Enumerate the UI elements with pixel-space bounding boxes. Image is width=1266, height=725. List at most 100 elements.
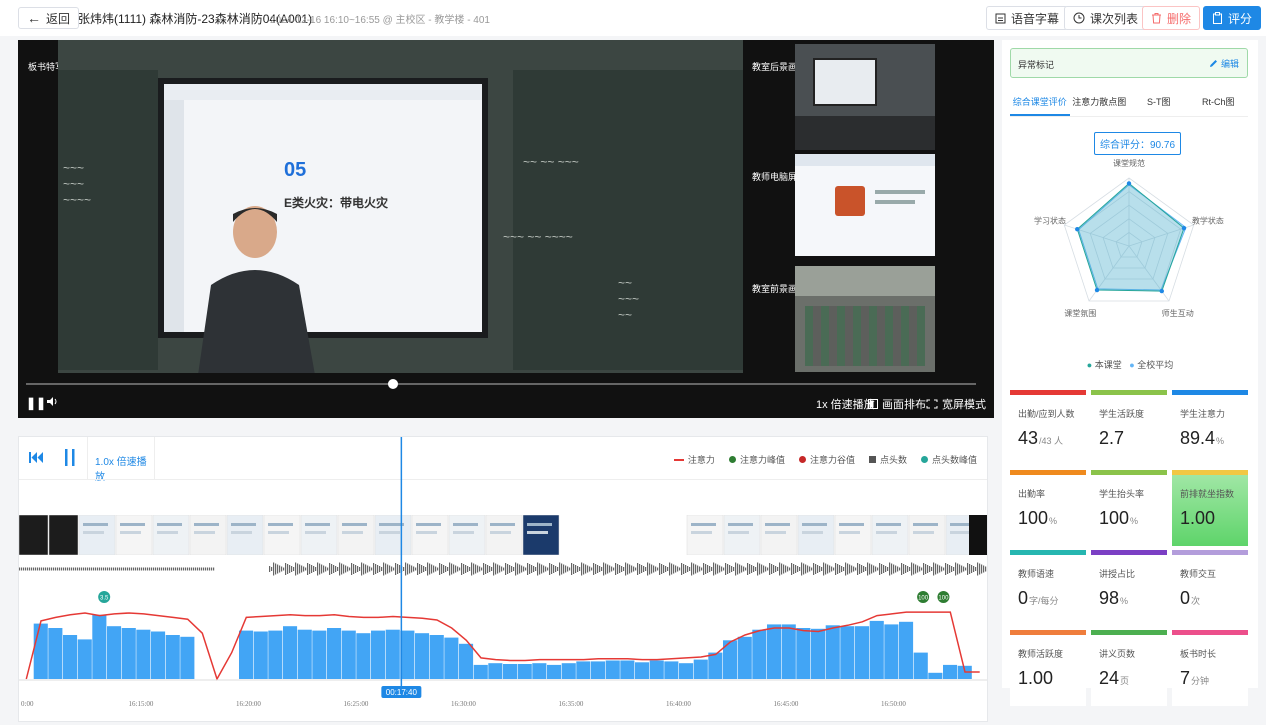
metric-value: 100% — [1018, 508, 1058, 528]
score-button[interactable]: 评分 — [1203, 6, 1262, 30]
progress-knob[interactable] — [387, 379, 398, 389]
thumbnail[interactable] — [300, 515, 338, 555]
thumbnail[interactable] — [115, 515, 153, 555]
x-tick-label: 16:30:00 — [451, 700, 476, 708]
nod-count-bar — [488, 663, 503, 679]
tab-attention-scatter[interactable]: 注意力散点图 — [1070, 90, 1130, 116]
waveform-bars — [19, 562, 987, 576]
thumbnail[interactable] — [226, 515, 264, 555]
pause-icon[interactable] — [65, 449, 75, 466]
nod-count-bar — [635, 662, 650, 679]
skip-back-icon[interactable] — [29, 452, 43, 463]
nod-count-bar — [473, 664, 488, 679]
metric-value: 1.00 — [1018, 668, 1054, 688]
analysis-panel: 异常标记 编辑 综合课堂评价 注意力散点图 S-T图 Rt-Ch图 综合评分：9… — [1002, 40, 1258, 706]
nod-count-bar — [561, 663, 576, 679]
nod-count-bar — [165, 635, 180, 679]
tab-st-chart[interactable]: S-T图 — [1129, 90, 1189, 116]
radar-point — [1094, 287, 1100, 293]
metric-value: 1.00 — [1180, 508, 1216, 528]
playback-speed-control[interactable]: 1x 倍速播放 — [816, 396, 875, 412]
svg-text:3.5: 3.5 — [100, 596, 109, 602]
rear-classroom-view[interactable] — [795, 44, 935, 150]
x-tick-label: 16:35:00 — [559, 700, 584, 708]
lesson-list-label: 课次列表 — [1090, 11, 1139, 26]
peak-marker[interactable]: 100 — [937, 591, 950, 603]
delete-button[interactable]: 删除 — [1142, 6, 1201, 30]
metric-card: 教师语速 0字/每分 — [1010, 550, 1086, 626]
edit-button[interactable]: 编辑 — [1209, 57, 1239, 70]
pencil-icon — [1209, 60, 1217, 67]
thumbnail[interactable] — [19, 515, 49, 555]
nod-count-bar — [63, 635, 78, 679]
thumbnail[interactable] — [263, 515, 301, 555]
peak-marker[interactable]: 100 — [917, 591, 930, 603]
thumbnail[interactable] — [485, 515, 523, 555]
nod-count-bar — [737, 636, 752, 679]
nod-count-bar — [341, 630, 356, 679]
lesson-list-button[interactable]: 课次列表 — [1064, 6, 1148, 30]
thumbnail[interactable] — [152, 515, 190, 555]
nod-count-bar — [796, 628, 811, 679]
thumbnail[interactable] — [448, 515, 486, 555]
current-time-marker[interactable]: 00:17:40 — [381, 686, 422, 698]
video-player[interactable]: 板书特写画面 ~~~ ~~~ ~~~~ ~~ ~~ ~~~ ~~~ ~~ ~~~~ … — [18, 40, 994, 418]
nod-count-bar — [429, 635, 444, 679]
peak-marker[interactable]: 3.5 — [98, 591, 111, 603]
top-bar: ← 返回 张炜炜(1111) 森林消防-23森林消防04(A001) 2024-… — [0, 0, 1266, 36]
radar-point — [1159, 288, 1164, 294]
thumbnail[interactable] — [969, 515, 987, 555]
thumbnail-strip[interactable] — [19, 515, 987, 555]
metric-label: 出勤率 — [1018, 489, 1046, 499]
nod-count-bar — [825, 625, 840, 679]
subtitle-button[interactable]: 语音字幕 — [986, 6, 1069, 30]
thumbnail[interactable] — [78, 515, 116, 555]
tab-overall-evaluation[interactable]: 综合课堂评价 — [1010, 90, 1070, 116]
legend-attention: 注意力 — [673, 453, 715, 466]
metric-label: 板书时长 — [1180, 649, 1217, 659]
metric-card: 教师活跃度 1.00 — [1010, 630, 1086, 706]
thumbnail[interactable] — [337, 515, 375, 555]
thumbnail[interactable] — [374, 515, 412, 555]
thumbnail[interactable] — [834, 515, 872, 555]
widescreen-control[interactable]: 宽屏模式 — [926, 396, 986, 412]
timeline-controls: 1.0x 倍速播放 — [19, 437, 155, 483]
nod-count-bar — [532, 663, 547, 679]
metric-card: 讲义页数 24页 — [1091, 630, 1167, 706]
legend-nod-count: 点头数 — [868, 453, 907, 466]
pause-button[interactable]: ❚❚ — [26, 396, 46, 410]
metric-value: 24页 — [1099, 668, 1130, 688]
nod-count-bar — [385, 629, 400, 679]
back-button[interactable]: ← 返回 — [18, 7, 80, 29]
radar-point — [1181, 225, 1187, 231]
thumbnail[interactable] — [48, 515, 79, 555]
nod-count-bar — [928, 672, 943, 679]
nod-count-bar — [356, 633, 371, 679]
nod-count-bar — [107, 626, 122, 679]
nod-count-bar — [708, 652, 723, 679]
thumbnail[interactable] — [760, 515, 798, 555]
volume-icon[interactable] — [46, 396, 58, 410]
svg-text:100: 100 — [938, 596, 949, 602]
layout-control[interactable]: 画面排布 — [868, 396, 926, 412]
x-tick-label: 16:45:00 — [774, 700, 799, 708]
front-classroom-view[interactable] — [795, 266, 935, 372]
thumbnail[interactable] — [522, 515, 560, 555]
metric-card: 板书时长 7分钟 — [1172, 630, 1248, 706]
thumbnail[interactable] — [686, 515, 724, 555]
thumbnail[interactable] — [411, 515, 449, 555]
thumbnail[interactable] — [908, 515, 946, 555]
thumbnail[interactable] — [871, 515, 909, 555]
thumbnail[interactable] — [189, 515, 227, 555]
teacher-screen-view[interactable] — [795, 154, 935, 256]
teacher-figure — [198, 206, 315, 373]
video-progress-bar[interactable] — [26, 379, 976, 389]
tab-rt-ch-chart[interactable]: Rt-Ch图 — [1189, 90, 1249, 116]
nod-count-bar — [136, 629, 151, 679]
nod-count-bar — [503, 664, 518, 679]
thumbnail[interactable] — [797, 515, 835, 555]
x-tick-label: 16:25:00 — [344, 700, 369, 708]
attention-chart[interactable]: 3.5 100 100 0:00 16:15:00 16:20:00 16:25:00 16:… — [19, 437, 987, 721]
thumbnail[interactable] — [723, 515, 761, 555]
arrow-left-icon: ← — [27, 10, 41, 26]
